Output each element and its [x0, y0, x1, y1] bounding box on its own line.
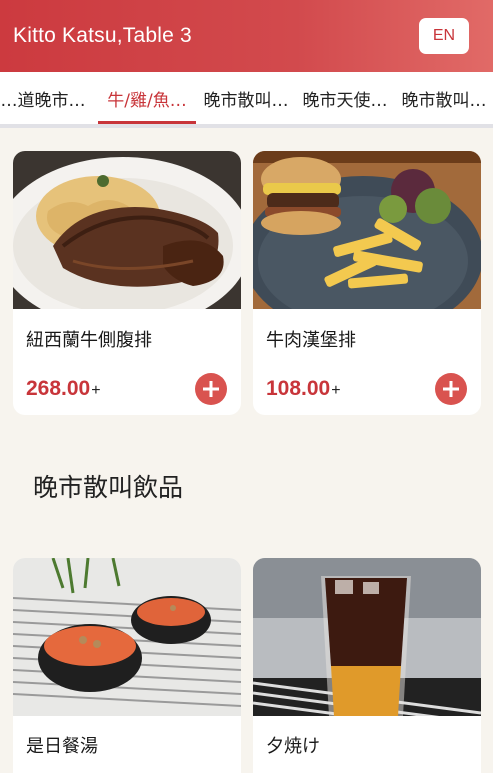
iced-drink-photo: [253, 558, 481, 716]
burger-fries-photo: [253, 151, 481, 309]
plus-icon: [443, 381, 459, 397]
menu-item-name: 牛肉漢堡排: [266, 330, 356, 351]
section-title-drinks: 晚市散叫飲品: [33, 473, 184, 502]
menu-item-card[interactable]: 牛肉漢堡排 108.00+: [253, 151, 481, 415]
category-tabs: …道晚市… 牛/雞/魚… 晚市散叫… 晚市天使… 晚市散叫…: [0, 72, 493, 128]
restaurant-table-title: Kitto Katsu,Table 3: [13, 24, 192, 47]
menu-item-card[interactable]: 夕焼け: [253, 558, 481, 773]
menu-item-price: 108.00+: [266, 377, 341, 401]
price-value: 268.00: [26, 377, 91, 400]
menu-item-name: 夕焼け: [266, 736, 320, 757]
tab-category-3[interactable]: 晚市天使…: [296, 72, 394, 124]
price-value: 108.00: [266, 377, 331, 400]
menu-item-price: 268.00+: [26, 377, 101, 401]
tab-category-1[interactable]: 牛/雞/魚…: [98, 72, 196, 124]
menu-item-name: 是日餐湯: [26, 736, 98, 757]
price-suffix: +: [331, 382, 341, 399]
price-suffix: +: [91, 382, 101, 399]
app-header: Kitto Katsu,Table 3 EN: [0, 0, 493, 72]
soup-bowls-photo: [13, 558, 241, 716]
add-to-cart-button[interactable]: [195, 373, 227, 405]
plus-icon: [203, 381, 219, 397]
tab-category-0[interactable]: …道晚市…: [0, 72, 92, 124]
active-tab-indicator: [98, 121, 196, 124]
menu-item-card[interactable]: 紐西蘭牛側腹排 268.00+: [13, 151, 241, 415]
tab-category-2[interactable]: 晚市散叫…: [197, 72, 295, 124]
add-to-cart-button[interactable]: [435, 373, 467, 405]
menu-item-card[interactable]: 是日餐湯: [13, 558, 241, 773]
menu-item-name: 紐西蘭牛側腹排: [26, 330, 152, 351]
tab-category-4[interactable]: 晚市散叫…: [395, 72, 493, 124]
steak-pasta-photo: [13, 151, 241, 309]
language-button[interactable]: EN: [419, 18, 469, 54]
